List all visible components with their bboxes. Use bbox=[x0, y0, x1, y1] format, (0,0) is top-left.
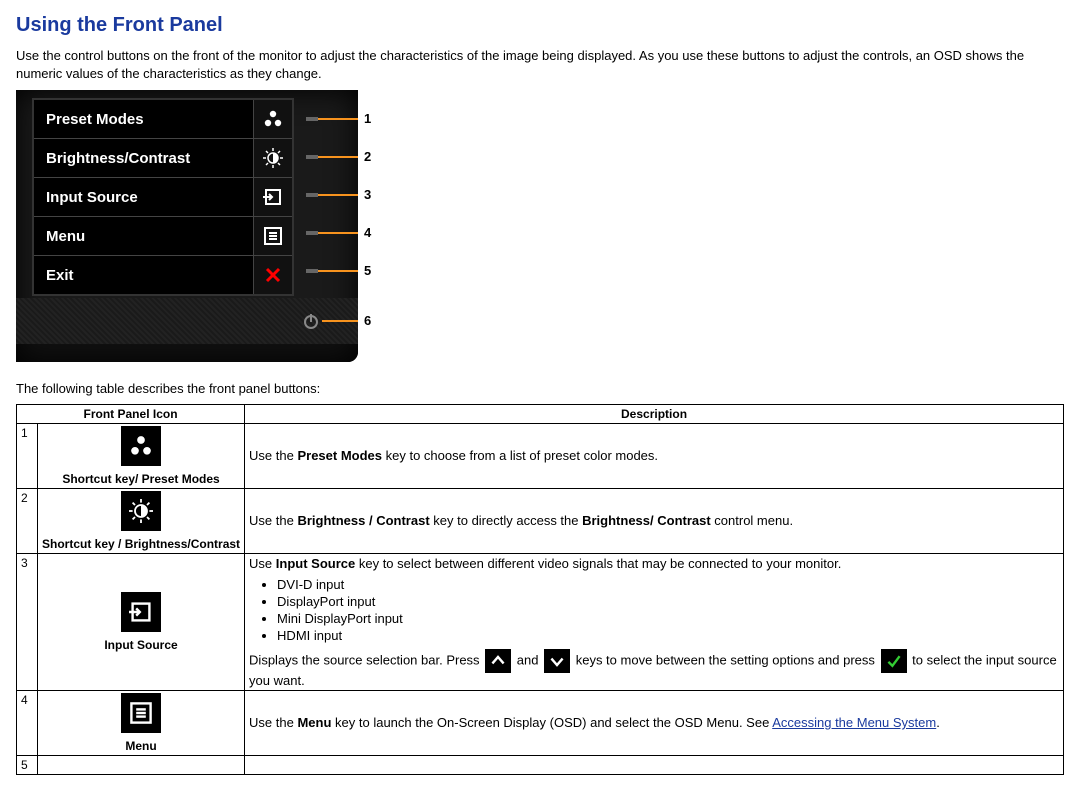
desc-text: Use the bbox=[249, 715, 297, 730]
desc-text: control menu. bbox=[711, 513, 793, 528]
desc-text: key to launch the On-Screen Display (OSD… bbox=[331, 715, 772, 730]
menu-icon bbox=[121, 693, 161, 733]
osd-label-input: Input Source bbox=[34, 189, 253, 206]
check-icon bbox=[881, 649, 907, 673]
table-intro: The following table describes the front … bbox=[16, 380, 1064, 398]
desc-bold: Brightness/ Contrast bbox=[582, 513, 711, 528]
chevron-down-icon bbox=[544, 649, 570, 673]
accessing-menu-link[interactable]: Accessing the Menu System bbox=[772, 715, 936, 730]
table-row: 1 Shortcut key/ Preset Modes Use the Pre… bbox=[17, 423, 1064, 488]
table-row: 5 bbox=[17, 755, 1064, 774]
osd-label-exit: Exit bbox=[34, 267, 253, 284]
row-num: 5 bbox=[17, 755, 38, 774]
row-num: 4 bbox=[17, 690, 38, 755]
icon-label: Shortcut key/ Preset Modes bbox=[62, 472, 219, 486]
front-panel-table: Front Panel Icon Description 1 Shortcut … bbox=[16, 404, 1064, 775]
list-item: HDMI input bbox=[277, 628, 1059, 643]
desc-text: Displays the source selection bar. Press bbox=[249, 652, 483, 667]
close-icon bbox=[253, 256, 292, 294]
input-source-icon bbox=[253, 178, 292, 216]
desc-text: . bbox=[936, 715, 940, 730]
callout-4: 4 bbox=[364, 225, 371, 240]
osd-label-menu: Menu bbox=[34, 228, 253, 245]
table-row: 3 Input Source Use Input Source key to s… bbox=[17, 553, 1064, 690]
icon-label: Shortcut key / Brightness/Contrast bbox=[42, 537, 240, 551]
table-row: 2 Shortcut key / Brightness/Contrast Use… bbox=[17, 488, 1064, 553]
osd-label-brightness: Brightness/Contrast bbox=[34, 150, 253, 167]
brightness-icon bbox=[253, 139, 292, 177]
row-num: 1 bbox=[17, 423, 38, 488]
desc-text: Use bbox=[249, 556, 276, 571]
callout-5: 5 bbox=[364, 263, 371, 278]
icon-label: Input Source bbox=[104, 638, 177, 652]
preset-modes-icon bbox=[121, 426, 161, 466]
callout-6: 6 bbox=[364, 313, 371, 328]
desc-text: Use the bbox=[249, 513, 297, 528]
desc-text: Use the bbox=[249, 448, 297, 463]
desc-text: keys to move between the setting options… bbox=[576, 652, 879, 667]
power-icon bbox=[302, 312, 320, 330]
menu-icon bbox=[253, 217, 292, 255]
osd-label-preset: Preset Modes bbox=[34, 111, 253, 128]
desc-text: key to directly access the bbox=[430, 513, 582, 528]
callout-1: 1 bbox=[364, 111, 371, 126]
desc-bold: Menu bbox=[297, 715, 331, 730]
page-title: Using the Front Panel bbox=[16, 14, 1064, 37]
th-desc: Description bbox=[245, 404, 1064, 423]
icon-label: Menu bbox=[125, 739, 156, 753]
th-icon: Front Panel Icon bbox=[17, 404, 245, 423]
input-source-icon bbox=[121, 592, 161, 632]
list-item: DisplayPort input bbox=[277, 594, 1059, 609]
front-panel-diagram: Preset Modes Brightness/Contrast Input S… bbox=[16, 90, 396, 362]
callout-3: 3 bbox=[364, 187, 371, 202]
desc-text: and bbox=[517, 652, 542, 667]
desc-text: key to choose from a list of preset colo… bbox=[382, 448, 658, 463]
list-item: DVI-D input bbox=[277, 577, 1059, 592]
callout-2: 2 bbox=[364, 149, 371, 164]
row-num: 2 bbox=[17, 488, 38, 553]
desc-bold: Preset Modes bbox=[297, 448, 382, 463]
list-item: Mini DisplayPort input bbox=[277, 611, 1059, 626]
intro-text: Use the control buttons on the front of … bbox=[16, 47, 1064, 82]
desc-bold: Input Source bbox=[276, 556, 355, 571]
row-num: 3 bbox=[17, 553, 38, 690]
desc-bold: Brightness / Contrast bbox=[297, 513, 429, 528]
table-row: 4 Menu Use the Menu key to launch the On… bbox=[17, 690, 1064, 755]
desc-text: key to select between different video si… bbox=[355, 556, 841, 571]
brightness-icon bbox=[121, 491, 161, 531]
preset-modes-icon bbox=[253, 100, 292, 138]
chevron-up-icon bbox=[485, 649, 511, 673]
